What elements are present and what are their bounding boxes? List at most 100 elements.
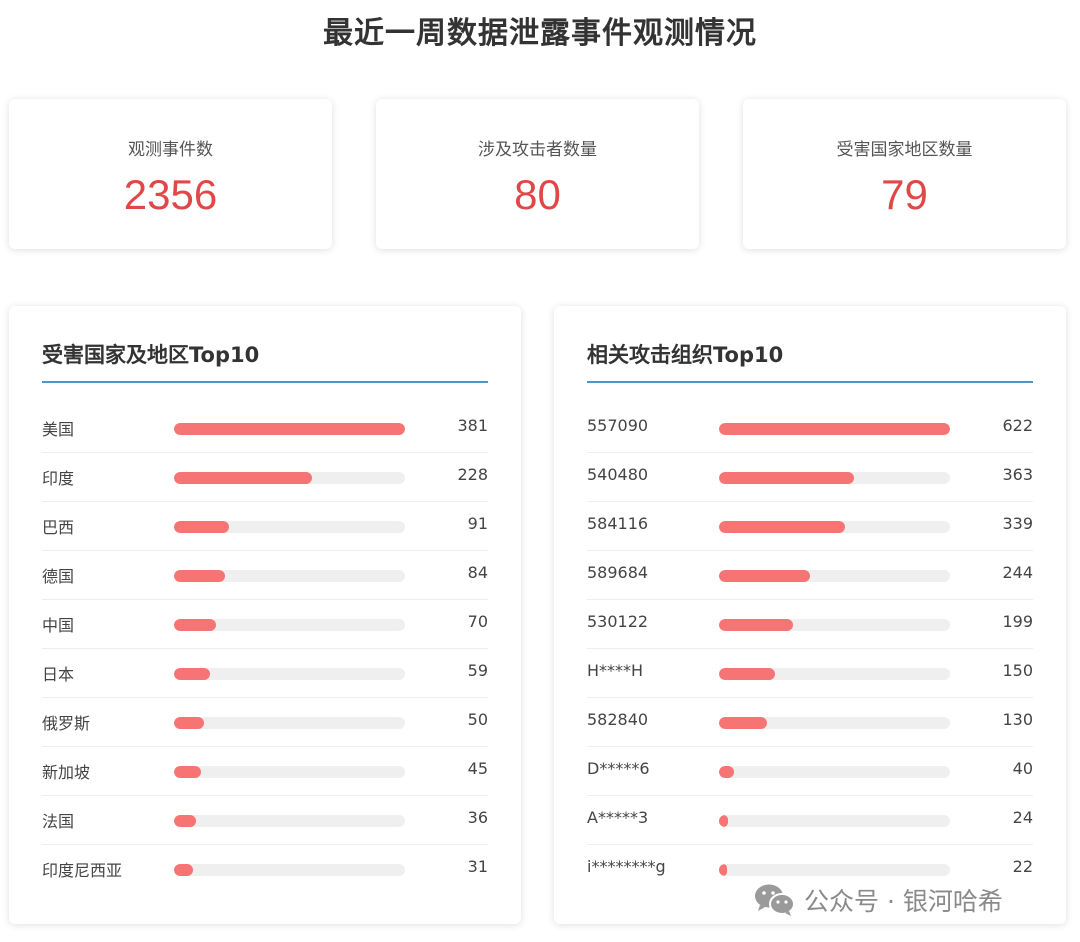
watermark: 公众号 · 银河哈希 [754, 880, 1003, 920]
row-value: 36 [467, 808, 488, 827]
bar-fill [719, 766, 734, 778]
row-label: 589684 [587, 563, 649, 582]
ranking-row: H****H 150 [587, 649, 1033, 698]
stat-card-attackers: 涉及攻击者数量 80 [376, 99, 699, 249]
row-value: 91 [467, 514, 488, 533]
page-title: 最近一周数据泄露事件观测情况 [323, 16, 757, 51]
bar-track [719, 766, 950, 778]
row-value: 50 [467, 710, 488, 729]
panel-title: 相关攻击组织Top10 [587, 343, 784, 367]
row-label: 557090 [587, 416, 649, 435]
stat-card-events: 观测事件数 2356 [9, 99, 332, 249]
ranking-row: 540480 363 [587, 453, 1033, 502]
ranking-row: 新加坡 45 [42, 747, 488, 796]
ranking-row: 美国 381 [42, 404, 488, 453]
panel-attack-groups: 相关攻击组织Top10 557090 622 540480 363 584116 339 5… [554, 306, 1066, 924]
bar-fill [719, 864, 728, 876]
panel-divider [42, 381, 488, 383]
row-value: 24 [1012, 808, 1033, 827]
row-label: 巴西 [42, 518, 75, 537]
ranking-row: 巴西 91 [42, 502, 488, 551]
wechat-icon [755, 884, 795, 916]
row-value: 381 [457, 416, 488, 435]
row-label: 法国 [42, 812, 75, 831]
page: 最近一周数据泄露事件观测情况 观测事件数 2356 涉及攻击者数量 80 受害国… [0, 0, 1080, 942]
bar-track [174, 423, 405, 435]
row-value: 228 [457, 465, 488, 484]
bar-track [174, 619, 405, 631]
row-label: 中国 [42, 616, 75, 635]
stat-label: 观测事件数 [128, 140, 213, 160]
bar-track [719, 423, 950, 435]
bar-fill [719, 815, 728, 827]
bar-fill [719, 423, 950, 435]
row-value: 244 [1002, 563, 1033, 582]
row-value: 22 [1012, 857, 1033, 876]
row-value: 363 [1002, 465, 1033, 484]
ranking-row: 530122 199 [587, 600, 1033, 649]
row-label: 584116 [587, 514, 649, 533]
stat-label: 受害国家地区数量 [836, 140, 973, 160]
bar-fill [174, 472, 313, 484]
bar-fill [719, 570, 810, 582]
row-label: 新加坡 [42, 763, 91, 782]
row-label: 印度尼西亚 [42, 861, 123, 880]
stat-value: 2356 [123, 171, 218, 218]
row-value: 40 [1012, 759, 1033, 778]
row-value: 31 [467, 857, 488, 876]
bar-fill [174, 766, 202, 778]
bar-fill [719, 619, 793, 631]
stat-value: 79 [881, 171, 928, 218]
stat-label: 涉及攻击者数量 [478, 140, 597, 160]
row-label: 日本 [42, 665, 75, 684]
bar-track [174, 472, 405, 484]
bar-fill [174, 668, 210, 680]
bar-track [719, 619, 950, 631]
row-value: 59 [467, 661, 488, 680]
bar-track [719, 717, 950, 729]
ranking-row: 印度尼西亚 31 [42, 845, 488, 894]
row-label: 540480 [587, 465, 649, 484]
row-label: 德国 [42, 567, 75, 586]
ranking-row: 俄罗斯 50 [42, 698, 488, 747]
row-label: H****H [587, 661, 644, 680]
panel-title: 受害国家及地区Top10 [42, 343, 260, 367]
row-value: 150 [1002, 661, 1033, 680]
watermark-text: 公众号 · 银河哈希 [804, 887, 1003, 916]
row-value: 45 [467, 759, 488, 778]
stat-value: 80 [514, 171, 561, 218]
bar-fill [174, 815, 196, 827]
bar-track [719, 521, 950, 533]
row-label: 美国 [42, 420, 75, 439]
bar-track [174, 570, 405, 582]
ranking-row: 589684 244 [587, 551, 1033, 600]
ranking-row: 557090 622 [587, 404, 1033, 453]
bar-track [719, 668, 950, 680]
bar-track [174, 717, 405, 729]
bar-fill [719, 521, 845, 533]
ranking-row: 德国 84 [42, 551, 488, 600]
bar-track [174, 864, 405, 876]
bar-fill [719, 668, 775, 680]
bar-fill [174, 423, 405, 435]
row-value: 84 [467, 563, 488, 582]
bar-fill [174, 570, 225, 582]
row-value: 199 [1002, 612, 1033, 631]
bar-track [719, 472, 950, 484]
row-value: 339 [1002, 514, 1033, 533]
ranking-row: 日本 59 [42, 649, 488, 698]
bar-track [174, 521, 405, 533]
bar-track [174, 815, 405, 827]
ranking-row: 中国 70 [42, 600, 488, 649]
bar-fill [174, 619, 217, 631]
bar-track [174, 766, 405, 778]
panel-victim-countries: 受害国家及地区Top10 美国 381 印度 228 巴西 91 德国 84 中国 70 日本 59 俄… [9, 306, 521, 924]
ranking-row: 584116 339 [587, 502, 1033, 551]
ranking-row: D*****6 40 [587, 747, 1033, 796]
bar-fill [174, 717, 205, 729]
bar-fill [174, 864, 193, 876]
row-label: 582840 [587, 710, 649, 729]
row-label: i********g [587, 857, 666, 876]
bar-fill [174, 521, 230, 533]
bar-track [719, 570, 950, 582]
